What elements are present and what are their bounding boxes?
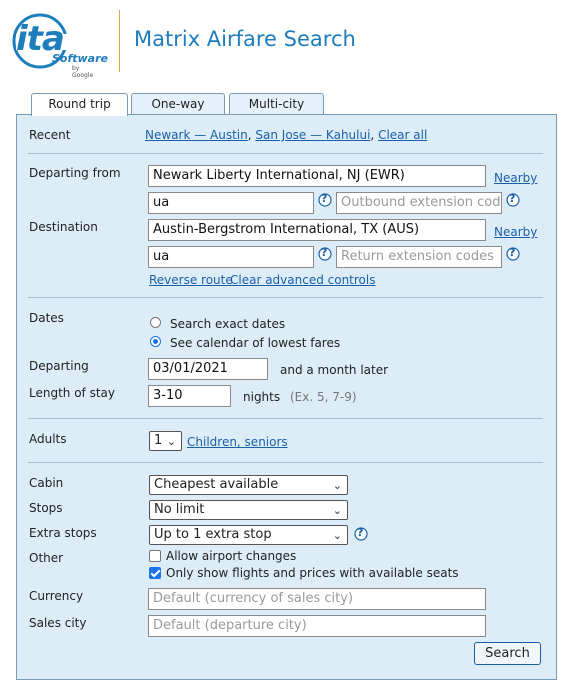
length-of-stay-input[interactable]: 3-10	[148, 385, 231, 407]
recent-search-newark-austin[interactable]: Newark — Austin	[145, 128, 248, 142]
other-label: Other	[29, 551, 64, 565]
routing-codes-help-icon[interactable]: ?	[318, 192, 332, 211]
section-divider	[28, 153, 543, 154]
stay-example-hint: (Ex. 5, 7-9)	[290, 390, 357, 404]
stops-label: Stops	[29, 501, 63, 515]
recent-search-sanjose-kahului[interactable]: San Jose — Kahului	[255, 128, 370, 142]
cabin-label: Cabin	[29, 476, 64, 490]
departing-date-label: Departing	[29, 359, 89, 373]
section-divider	[28, 297, 543, 298]
dates-label: Dates	[29, 311, 64, 325]
section-divider	[28, 462, 543, 463]
sales-city-input[interactable]: Default (departure city)	[148, 615, 486, 637]
extra-stops-label: Extra stops	[29, 526, 97, 540]
sales-city-label: Sales city	[29, 616, 87, 630]
stops-select[interactable]: No limit ⌄	[149, 500, 348, 520]
outbound-extension-codes-input[interactable]: Outbound extension codes	[336, 192, 502, 214]
departing-date-input[interactable]: 03/01/2021	[148, 358, 268, 380]
chevron-down-icon: ⌄	[332, 529, 342, 542]
cabin-select-value: Cheapest available	[154, 477, 279, 492]
destination-nearby-link[interactable]: Nearby	[494, 225, 537, 239]
section-divider	[28, 418, 543, 419]
extra-stops-select-value: Up to 1 extra stop	[154, 527, 272, 542]
allow-airport-changes-label[interactable]: Allow airport changes	[166, 549, 296, 563]
stops-select-value: No limit	[154, 502, 205, 517]
return-extension-codes-input[interactable]: Return extension codes	[336, 246, 502, 268]
help-glyph: ?	[321, 192, 328, 205]
nights-label: nights	[243, 390, 281, 404]
currency-label: Currency	[29, 589, 84, 603]
children-seniors-link[interactable]: Children, seniors	[187, 435, 288, 449]
return-extension-help-icon[interactable]: ?	[506, 246, 520, 265]
recent-searches: Newark — Austin, San Jose — Kahului, Cle…	[145, 128, 428, 142]
recent-label: Recent	[29, 128, 71, 142]
help-glyph: ?	[509, 192, 516, 205]
adults-label: Adults	[29, 432, 67, 446]
help-glyph: ?	[509, 246, 516, 259]
chevron-down-icon: ⌄	[332, 504, 342, 517]
chevron-down-icon: ⌄	[166, 435, 176, 448]
exact-dates-radio[interactable]	[150, 317, 161, 328]
reverse-route-link[interactable]: Reverse route	[149, 273, 233, 287]
cabin-select[interactable]: Cheapest available ⌄	[149, 475, 348, 495]
clear-recent-link[interactable]: Clear all	[378, 128, 427, 142]
destination-label: Destination	[29, 220, 98, 234]
return-routing-codes-input[interactable]: ua	[148, 246, 314, 268]
return-routing-help-icon[interactable]: ?	[318, 246, 332, 265]
chevron-down-icon: ⌄	[332, 479, 342, 492]
available-seats-label[interactable]: Only show flights and prices with availa…	[166, 566, 459, 580]
departing-nearby-link[interactable]: Nearby	[494, 171, 537, 185]
search-button[interactable]: Search	[474, 642, 541, 665]
extra-stops-help-icon[interactable]: ?	[354, 526, 368, 545]
destination-input[interactable]: Austin-Bergstrom International, TX (AUS)	[148, 219, 486, 241]
departing-from-input[interactable]: Newark Liberty International, NJ (EWR)	[148, 165, 486, 187]
outbound-routing-codes-input[interactable]: ua	[148, 192, 314, 214]
currency-input[interactable]: Default (currency of sales city)	[148, 588, 486, 610]
calendar-lowest-fares-label[interactable]: See calendar of lowest fares	[170, 336, 340, 350]
calendar-lowest-fares-radio[interactable]	[150, 336, 161, 347]
adults-select-value: 1	[154, 433, 163, 448]
extra-stops-select[interactable]: Up to 1 extra stop ⌄	[149, 525, 348, 545]
allow-airport-changes-checkbox[interactable]	[149, 550, 161, 562]
adults-select[interactable]: 1 ⌄	[149, 431, 182, 451]
length-of-stay-label: Length of stay	[29, 386, 115, 400]
available-seats-checkbox[interactable]	[149, 567, 161, 579]
extension-codes-help-icon[interactable]: ?	[506, 192, 520, 211]
help-glyph: ?	[357, 526, 364, 539]
departing-from-label: Departing from	[29, 166, 121, 180]
clear-advanced-controls-link[interactable]: Clear advanced controls	[230, 273, 376, 287]
departing-date-suffix: and a month later	[280, 363, 389, 377]
help-glyph: ?	[321, 246, 328, 259]
exact-dates-label[interactable]: Search exact dates	[170, 317, 285, 331]
